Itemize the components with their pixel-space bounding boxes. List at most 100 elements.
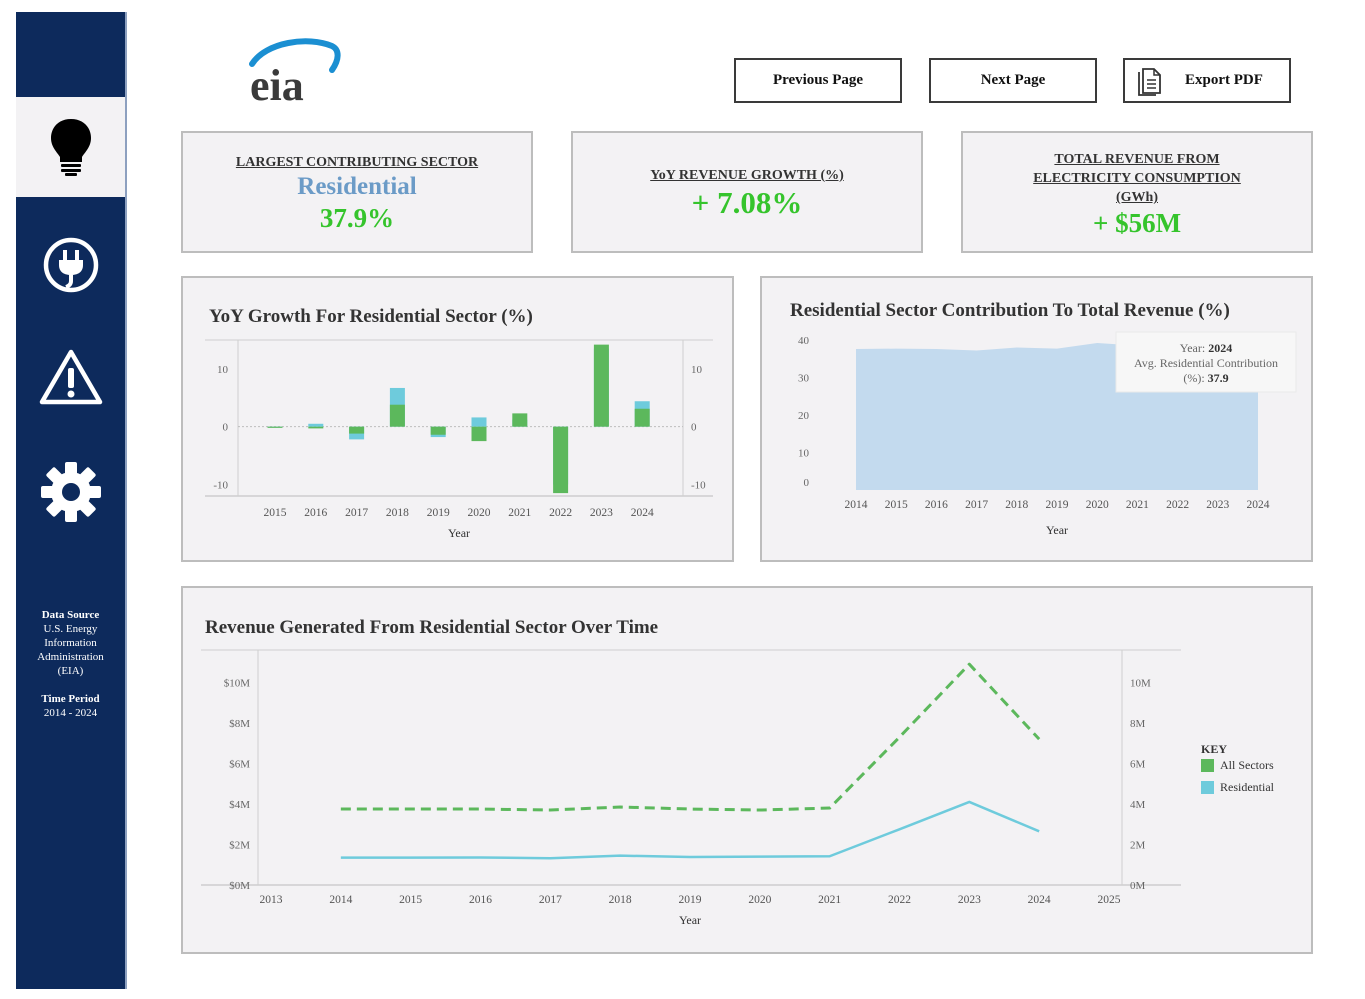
legend-label-residential: Residential <box>1220 780 1274 794</box>
area-x-tick: 2018 <box>1005 499 1028 511</box>
export-pdf-button[interactable]: Export PDF <box>1123 58 1291 103</box>
yoy-x-tick: 2020 <box>468 507 491 519</box>
legend-swatch-teal <box>1201 781 1214 794</box>
data-source-value: U.S. Energy Information Administration (… <box>37 623 104 677</box>
plug-nav-item[interactable] <box>16 215 125 315</box>
line-y-tick-right: 8M <box>1130 718 1146 730</box>
yoy-growth-chart-card: YoY Growth For Residential Sector (%) -1… <box>181 276 734 562</box>
time-period-label: Time Period <box>41 693 100 705</box>
kpi-total-revenue-card: TOTAL REVENUE FROM ELECTRICITY CONSUMPTI… <box>961 131 1313 253</box>
legend-item-all-sectors[interactable]: All Sectors <box>1201 758 1274 773</box>
yoy-bar-all-sectors <box>349 426 365 434</box>
yoy-x-tick: 2015 <box>264 507 287 519</box>
yoy-y-tick-left: -10 <box>213 479 228 491</box>
yoy-bar-all-sectors <box>267 426 283 428</box>
line-x-tick: 2023 <box>958 894 981 906</box>
lightbulb-icon <box>50 119 91 176</box>
yoy-bar-residential <box>471 417 487 427</box>
line-y-tick-left: $10M <box>224 677 251 689</box>
logo-text: eia <box>250 61 304 104</box>
previous-page-button[interactable]: Previous Page <box>734 58 902 103</box>
area-x-tick: 2017 <box>965 499 988 511</box>
kpi-yoy-growth-title: YoY REVENUE GROWTH (%) <box>650 168 844 183</box>
line-y-tick-right: 2M <box>1130 839 1146 851</box>
kpi-largest-sector-title: LARGEST CONTRIBUTING SECTOR <box>235 155 479 170</box>
yoy-x-tick: 2022 <box>549 507 572 519</box>
area-x-tick: 2016 <box>925 499 948 511</box>
area-x-tick: 2023 <box>1206 499 1229 511</box>
tooltip-year-label: Year: 2024 <box>1180 341 1232 355</box>
warning-nav-item[interactable] <box>16 327 125 427</box>
warning-icon <box>39 349 102 405</box>
kpi-total-revenue-title: TOTAL REVENUE FROM ELECTRICITY CONSUMPTI… <box>1033 152 1241 205</box>
line-x-tick: 2017 <box>539 894 562 906</box>
data-source-label: Data Source <box>41 609 100 621</box>
kpi-largest-sector-card: LARGEST CONTRIBUTING SECTOR Residential … <box>181 131 533 253</box>
yoy-bar-all-sectors <box>634 408 650 427</box>
kpi-largest-sector-name: Residential <box>297 173 417 200</box>
line-x-tick: 2015 <box>399 894 422 906</box>
next-page-button[interactable]: Next Page <box>929 58 1097 103</box>
area-y-tick: 40 <box>798 335 810 347</box>
area-x-tick: 2014 <box>845 499 868 511</box>
line-y-tick-right: 6M <box>1130 758 1146 770</box>
line-x-tick: 2016 <box>469 894 492 906</box>
area-y-tick: 30 <box>798 373 810 385</box>
kpi-largest-sector-value: 37.9% <box>319 203 395 233</box>
yoy-x-tick: 2018 <box>386 507 409 519</box>
area-y-tick: 10 <box>798 448 810 460</box>
lightbulb-nav-item[interactable] <box>16 97 125 197</box>
eia-logo: eia <box>248 38 348 110</box>
tooltip-metric-value: 37.9 <box>1208 371 1229 385</box>
sidebar: Data Source U.S. Energy Information Admi… <box>16 12 127 989</box>
yoy-x-axis-label: Year <box>448 526 470 540</box>
area-x-tick: 2019 <box>1046 499 1069 511</box>
legend-swatch-green <box>1201 759 1214 772</box>
yoy-y-tick-left: 10 <box>217 364 229 376</box>
line-y-tick-right: 10M <box>1130 677 1151 689</box>
yoy-bar-all-sectors <box>430 426 446 435</box>
yoy-y-tick-right: 10 <box>691 364 703 376</box>
yoy-y-tick-right: 0 <box>691 422 697 434</box>
tooltip-metric-label: Avg. Residential Contribution <box>1134 356 1278 370</box>
yoy-x-tick: 2023 <box>590 507 613 519</box>
plug-icon <box>43 237 98 293</box>
gear-nav-item[interactable] <box>16 442 125 542</box>
line-y-tick-left: $4M <box>229 799 250 811</box>
document-icon <box>1138 67 1161 96</box>
line-y-tick-left: $2M <box>229 839 250 851</box>
line-x-tick: 2018 <box>609 894 632 906</box>
line-series-all-sectors <box>340 662 1041 812</box>
yoy-x-tick: 2024 <box>631 507 654 519</box>
time-period-info: Time Period 2014 - 2024 <box>16 692 125 720</box>
line-x-tick: 2022 <box>888 894 911 906</box>
area-y-tick: 0 <box>804 477 810 489</box>
contribution-chart-card: Residential Sector Contribution To Total… <box>760 276 1313 562</box>
yoy-y-tick-left: 0 <box>223 422 229 434</box>
area-x-tick: 2022 <box>1166 499 1189 511</box>
area-x-tick: 2021 <box>1126 499 1149 511</box>
line-x-tick: 2024 <box>1028 894 1051 906</box>
line-y-tick-right: 4M <box>1130 799 1146 811</box>
legend-item-residential[interactable]: Residential <box>1201 780 1274 795</box>
yoy-bar-all-sectors <box>512 413 528 427</box>
kpi-yoy-growth-card: YoY REVENUE GROWTH (%) + 7.08% <box>571 131 923 253</box>
line-x-axis-label: Year <box>679 913 701 927</box>
time-period-value: 2014 - 2024 <box>43 707 98 719</box>
yoy-y-tick-right: -10 <box>691 479 706 491</box>
revenue-line-chart: $0M $2M $4M $6M $8M $10M 0M 2M 4M 6M 8M 10M 2013 2014… <box>201 649 1181 927</box>
area-y-tick: 20 <box>798 410 810 422</box>
legend-label-all-sectors: All Sectors <box>1220 758 1274 772</box>
yoy-bar-residential <box>308 423 324 427</box>
line-y-tick-left: $0M <box>229 880 250 892</box>
yoy-bar-all-sectors <box>593 344 609 427</box>
yoy-growth-chart: -10 -10 0 0 10 10 2015 2016 2017 2018 2019 2020 2021… <box>205 339 713 540</box>
line-x-tick: 2020 <box>748 894 771 906</box>
contribution-area-chart: 0 10 20 30 40 2014 2015 2016 2017 2018 2019 2020 202… <box>798 331 1297 537</box>
area-x-tick: 2015 <box>885 499 908 511</box>
yoy-x-tick: 2017 <box>345 507 368 519</box>
yoy-bar-all-sectors <box>389 404 405 427</box>
line-x-tick: 2025 <box>1098 894 1121 906</box>
yoy-bar-all-sectors <box>553 426 569 494</box>
data-source-info: Data Source U.S. Energy Information Admi… <box>16 608 125 678</box>
